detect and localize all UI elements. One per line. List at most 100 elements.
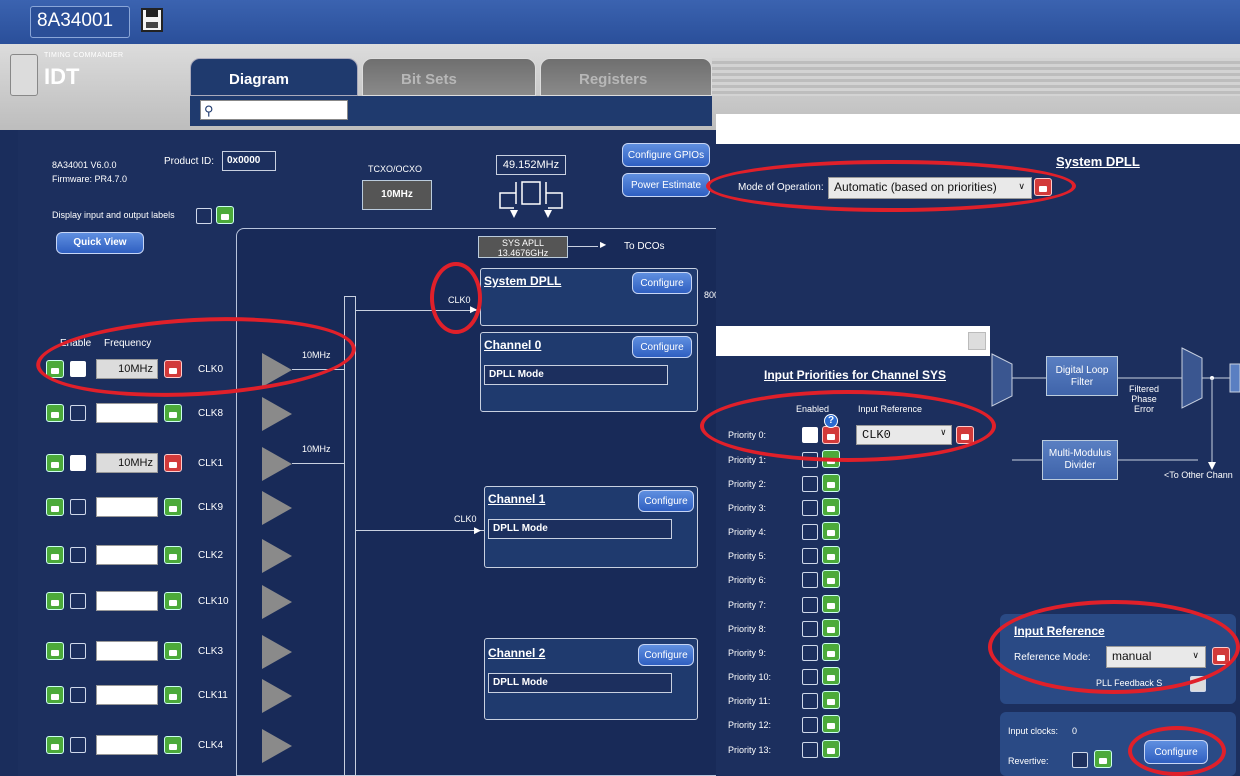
priority-checkbox[interactable]: [802, 524, 818, 540]
priority-checkbox[interactable]: [802, 621, 818, 637]
priority-checkbox[interactable]: [802, 693, 818, 709]
enable-lock-icon[interactable]: [46, 454, 64, 472]
lock-open-icon[interactable]: [822, 740, 840, 758]
lock-open-icon[interactable]: [216, 206, 234, 224]
search-box[interactable]: ⚲: [200, 100, 348, 120]
enable-lock-icon[interactable]: [46, 686, 64, 704]
power-estimate-button[interactable]: Power Estimate: [622, 173, 710, 197]
input-mux: [344, 296, 356, 776]
lock-open-icon[interactable]: [822, 570, 840, 588]
input-buffer-icon: [262, 635, 292, 669]
lock-open-icon[interactable]: [1094, 750, 1112, 768]
enable-checkbox[interactable]: [70, 737, 86, 753]
lock-open-icon[interactable]: [164, 592, 182, 610]
frequency-field[interactable]: [96, 591, 158, 611]
lock-open-icon[interactable]: [822, 667, 840, 685]
clock-label: CLK11: [198, 690, 228, 701]
priority-checkbox[interactable]: [802, 742, 818, 758]
enable-checkbox[interactable]: [70, 643, 86, 659]
channel-1-title: Channel 1: [488, 492, 546, 506]
sys-apll-freq: 13.4676GHz: [497, 248, 549, 258]
lock-open-icon[interactable]: [822, 691, 840, 709]
enable-lock-icon[interactable]: [46, 498, 64, 516]
logo-icon: [10, 54, 38, 96]
enable-lock-icon[interactable]: [46, 404, 64, 422]
priority-checkbox[interactable]: [802, 572, 818, 588]
lock-open-icon[interactable]: [822, 643, 840, 661]
lock-open-icon[interactable]: [164, 404, 182, 422]
channel-2-mode[interactable]: DPLL Mode: [488, 673, 672, 693]
lock-open-icon[interactable]: [822, 498, 840, 516]
close-icon[interactable]: [968, 332, 986, 350]
enable-checkbox[interactable]: [70, 547, 86, 563]
lock-open-icon[interactable]: [822, 522, 840, 540]
search-input[interactable]: [225, 102, 343, 118]
channel-1-mode[interactable]: DPLL Mode: [488, 519, 672, 539]
enable-checkbox[interactable]: [70, 687, 86, 703]
frequency-field[interactable]: [96, 545, 158, 565]
enable-lock-icon[interactable]: [46, 592, 64, 610]
input-buffer-icon: [262, 539, 292, 573]
configure-ch0-button[interactable]: Configure: [632, 336, 692, 358]
frequency-field[interactable]: [96, 403, 158, 423]
priority-label: Priority 2:: [728, 479, 767, 489]
enable-lock-icon[interactable]: [46, 546, 64, 564]
display-labels-checkbox[interactable]: [196, 208, 212, 224]
xtal-freq[interactable]: 49.152MHz: [496, 155, 566, 175]
tab-diagram[interactable]: Diagram: [190, 58, 358, 96]
input-buffer-icon: [262, 491, 292, 525]
priority-list: Priority 0: ? CLK0 ∨ Priority 1: Priority…: [728, 414, 978, 774]
logo-name: IDT: [44, 64, 80, 89]
lock-closed-icon[interactable]: [164, 454, 182, 472]
priority-checkbox[interactable]: [802, 476, 818, 492]
enable-checkbox[interactable]: [70, 593, 86, 609]
enable-lock-icon[interactable]: [46, 736, 64, 754]
frequency-field[interactable]: [96, 735, 158, 755]
frequency-field[interactable]: [96, 497, 158, 517]
priority-label: Priority 11:: [728, 696, 771, 706]
osc-value[interactable]: 10MHz: [362, 180, 432, 210]
enable-lock-icon[interactable]: [46, 642, 64, 660]
enable-checkbox[interactable]: [70, 455, 86, 471]
lock-open-icon[interactable]: [822, 595, 840, 613]
lock-open-icon[interactable]: [164, 642, 182, 660]
lock-open-icon[interactable]: [164, 686, 182, 704]
lock-open-icon[interactable]: [164, 546, 182, 564]
configure-gpios-button[interactable]: Configure GPIOs: [622, 143, 710, 167]
save-icon[interactable]: [141, 8, 163, 32]
priority-label: Priority 6:: [728, 575, 767, 585]
firmware-label: Firmware: PR4.7.0: [52, 174, 128, 184]
channel-0-mode[interactable]: DPLL Mode: [484, 365, 668, 385]
mm-divider-box[interactable]: Multi-Modulus Divider: [1042, 440, 1118, 480]
priority-checkbox[interactable]: [802, 717, 818, 733]
tab-registers[interactable]: Registers: [540, 58, 712, 96]
channel-0-title: Channel 0: [484, 338, 542, 352]
configure-sys-dpll-button[interactable]: Configure: [632, 272, 692, 294]
configure-ch1-button[interactable]: Configure: [638, 490, 694, 512]
lock-open-icon[interactable]: [822, 619, 840, 637]
loop-filter-box[interactable]: Digital Loop Filter: [1046, 356, 1118, 396]
lock-open-icon[interactable]: [164, 736, 182, 754]
lock-open-icon[interactable]: [822, 474, 840, 492]
priority-checkbox[interactable]: [802, 669, 818, 685]
configure-ch2-button[interactable]: Configure: [638, 644, 694, 666]
enable-checkbox[interactable]: [70, 499, 86, 515]
lock-open-icon[interactable]: [164, 498, 182, 516]
lock-open-icon[interactable]: [822, 546, 840, 564]
priority-checkbox[interactable]: [802, 645, 818, 661]
priority-checkbox[interactable]: [802, 548, 818, 564]
priority-checkbox[interactable]: [802, 597, 818, 613]
quick-view-button[interactable]: Quick View: [56, 232, 144, 254]
frequency-field[interactable]: [96, 685, 158, 705]
priority-checkbox[interactable]: [802, 500, 818, 516]
frequency-field[interactable]: 10MHz: [96, 453, 158, 473]
frequency-field[interactable]: [96, 641, 158, 661]
sys-apll-box[interactable]: SYS APLL 13.4676GHz: [478, 236, 568, 258]
revertive-checkbox[interactable]: [1072, 752, 1088, 768]
logo-tagline: TIMING COMMANDER: [44, 52, 124, 59]
tab-bit-sets[interactable]: Bit Sets: [362, 58, 536, 96]
enable-checkbox[interactable]: [70, 405, 86, 421]
lock-open-icon[interactable]: [822, 715, 840, 733]
priority-label: Priority 10:: [728, 672, 772, 682]
product-id-field[interactable]: 0x0000: [222, 151, 276, 171]
